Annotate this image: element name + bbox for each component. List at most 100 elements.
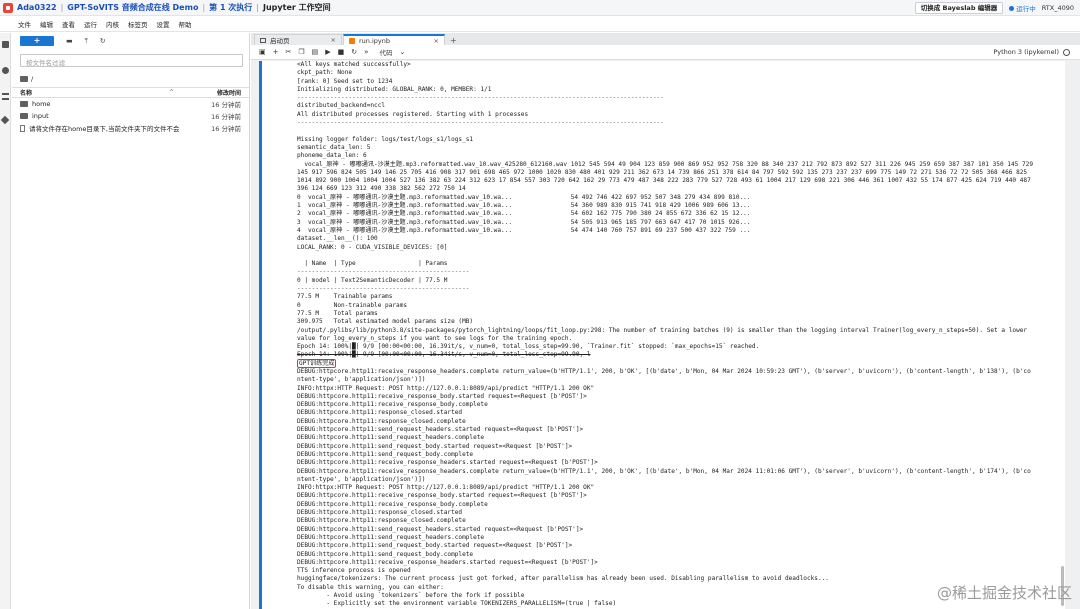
breadcrumb-workspace: Jupyter 工作空间 xyxy=(263,3,331,12)
status-dot-icon xyxy=(1009,6,1015,11)
column-name[interactable]: 名称 xyxy=(20,88,32,97)
log-line: INFO:httpx:HTTP Request: POST http://127… xyxy=(297,484,1061,492)
log-line: Initializing distributed: GLOBAL_RANK: 0… xyxy=(297,86,1061,94)
log-line: vocal_原神 - 嘟嘟通讯-沙漠主题.mp3.reformatted.wav… xyxy=(297,161,1061,169)
cell-output: <All keys matched successfully> ckpt_path… xyxy=(259,61,1065,609)
log-text: ckpt_path: None xyxy=(297,69,353,77)
breadcrumb-project[interactable]: GPT-SoVITS 音频合成在线 Demo xyxy=(67,2,198,13)
file-list-header: 名称 ^ 修改时间 xyxy=(12,87,249,98)
file-row-home[interactable]: home 16 分钟前 xyxy=(12,98,249,110)
breadcrumb-run[interactable]: 第 1 次执行 xyxy=(209,2,252,13)
new-folder-icon[interactable]: ▬ xyxy=(66,37,73,45)
tab-launcher[interactable]: 启动页 × xyxy=(254,34,342,45)
file-row-readme[interactable]: 请将文件存在home目录下,当前文件夹下的文件不会... 16 分钟前 xyxy=(12,122,249,134)
table-of-contents-icon[interactable] xyxy=(2,93,9,100)
log-line: DEBUG:httpcore.http11:receive_response_h… xyxy=(297,559,1061,567)
folder-icon[interactable] xyxy=(20,75,28,82)
run-icon[interactable]: ▶ xyxy=(325,48,330,56)
file-row-input[interactable]: input 16 分钟前 xyxy=(12,110,249,122)
refresh-icon[interactable]: ↻ xyxy=(100,37,106,45)
chevron-down-icon[interactable]: ⌄ xyxy=(399,48,405,56)
cell-type-select[interactable]: 代码 xyxy=(379,47,392,57)
output-log: <All keys matched successfully> ckpt_path… xyxy=(297,61,1061,609)
log-line: 396 124 669 123 312 490 338 382 562 272 … xyxy=(297,185,1061,193)
log-line: DEBUG:httpcore.http11:receive_response_h… xyxy=(297,459,1061,467)
log-text: DEBUG:httpcore.http11:send_request_heade… xyxy=(297,426,584,434)
tab-run-ipynb[interactable]: run.ipynb × xyxy=(343,34,445,45)
menu-edit[interactable]: 编辑 xyxy=(40,19,53,29)
training-complete-highlight: GPT训练完成 xyxy=(297,358,337,368)
current-path[interactable]: / xyxy=(31,75,33,83)
tab-label: run.ipynb xyxy=(359,36,391,45)
log-text: 3 vocal_原神 - 嘟嘟通讯-沙漠主题.mp3.reformatted.w… xyxy=(297,218,751,226)
menu-help[interactable]: 帮助 xyxy=(179,19,192,29)
log-line: phoneme_data_len: 6 xyxy=(297,152,1061,160)
log-text: TTS inference process is opened xyxy=(297,567,411,575)
menu-bar: 文件 编辑 查看 运行 内核 标签页 设置 帮助 xyxy=(0,17,1080,32)
kernel-indicator[interactable]: Python 3 (ipykernel) xyxy=(993,48,1070,56)
log-line: DEBUG:httpcore.http11:send_request_body.… xyxy=(297,451,1061,459)
log-line: INFO:httpx:HTTP Request: POST http://127… xyxy=(297,385,1061,393)
folder-icon xyxy=(20,101,28,107)
log-text: DEBUG:httpcore.http11:receive_response_h… xyxy=(297,459,598,467)
log-text: <All keys matched successfully> xyxy=(297,61,411,68)
menu-run[interactable]: 运行 xyxy=(84,19,97,29)
status-label: 运行中 xyxy=(1016,5,1036,13)
menu-tabs[interactable]: 标签页 xyxy=(128,19,148,29)
log-text: DEBUG:httpcore.http11:receive_response_h… xyxy=(297,467,1031,475)
log-line: distributed_backend=nccl xyxy=(297,102,1061,110)
file-browser-icon[interactable] xyxy=(2,41,9,48)
log-text: vocal_原神 - 嘟嘟通讯-沙漠主题.mp3.reformatted.wav… xyxy=(297,160,1033,168)
breadcrumb-user[interactable]: Ada0322 xyxy=(17,3,57,12)
cut-icon[interactable]: ✂ xyxy=(286,48,292,56)
save-icon[interactable]: ▣ xyxy=(259,48,266,56)
menu-view[interactable]: 查看 xyxy=(62,19,75,29)
menu-settings[interactable]: 设置 xyxy=(157,19,170,29)
active-cell-indicator[interactable] xyxy=(259,61,262,609)
log-line: DEBUG:httpcore.http11:send_request_body.… xyxy=(297,443,1061,451)
log-line: ntent-type', b'application/json')]) xyxy=(297,376,1061,384)
paste-icon[interactable]: ▤ xyxy=(312,48,319,56)
log-line: 3 vocal_原神 - 嘟嘟通讯-沙漠主题.mp3.reformatted.w… xyxy=(297,219,1061,227)
log-text: 309.975 Total estimated model params siz… xyxy=(297,318,474,326)
log-line: | Name | Type | Params xyxy=(297,260,1061,268)
log-line: DEBUG:httpcore.http11:receive_response_b… xyxy=(297,501,1061,509)
insert-cell-icon[interactable]: + xyxy=(273,48,279,56)
log-text: 2 vocal_原神 - 嘟嘟通讯-沙漠主题.mp3.reformatted.w… xyxy=(297,210,751,218)
fast-forward-icon[interactable]: » xyxy=(364,48,368,56)
new-launcher-button[interactable]: + xyxy=(20,36,54,46)
file-filter-input[interactable]: 按文件名过滤 xyxy=(20,54,243,67)
log-line: /output/.pylibs/lib/python3.8/site-packa… xyxy=(297,327,1061,335)
upload-icon[interactable]: ⤒ xyxy=(85,37,88,46)
menu-file[interactable]: 文件 xyxy=(18,19,31,29)
column-modified[interactable]: 修改时间 xyxy=(217,88,241,97)
running-kernels-icon[interactable] xyxy=(2,67,9,74)
log-line: TTS inference process is opened xyxy=(297,567,1061,575)
file-modified: 16 分钟前 xyxy=(211,125,241,133)
log-line: DEBUG:httpcore.http11:receive_response_h… xyxy=(297,368,1061,376)
extensions-icon[interactable] xyxy=(0,115,10,125)
log-text: ----------------------------------------… xyxy=(297,94,664,102)
log-text: DEBUG:httpcore.http11:response_closed.st… xyxy=(297,509,463,517)
log-line: <All keys matched successfully> xyxy=(297,61,1061,69)
log-line: ntent-type', b'application/json')]) xyxy=(297,476,1061,484)
log-text: dataset.__len__(): 100 xyxy=(297,235,378,243)
close-icon[interactable]: × xyxy=(331,36,336,44)
switch-editor-button[interactable]: 切换成 Bayeslab 编辑器 xyxy=(914,2,1004,14)
log-line: DEBUG:httpcore.http11:response_closed.co… xyxy=(297,418,1061,426)
menu-kernel[interactable]: 内核 xyxy=(106,19,119,29)
log-line: Epoch 14: 100%|█| 9/9 [00:00<00:00, 16.3… xyxy=(297,351,1061,359)
add-tab-icon[interactable]: + xyxy=(446,36,461,45)
log-line: DEBUG:httpcore.http11:send_request_heade… xyxy=(297,534,1061,542)
copy-icon[interactable]: ❐ xyxy=(298,48,304,56)
folder-icon xyxy=(20,113,28,119)
stop-icon[interactable]: ■ xyxy=(338,48,345,56)
restart-icon[interactable]: ↻ xyxy=(351,48,357,56)
log-text: All distributed processes registered. St… xyxy=(297,110,529,118)
close-icon[interactable]: × xyxy=(434,37,439,45)
log-line: DEBUG:httpcore.http11:send_request_heade… xyxy=(297,426,1061,434)
log-line: DEBUG:httpcore.http11:receive_response_b… xyxy=(297,492,1061,500)
log-line: 1014 892 900 1004 1004 1004 527 136 382 … xyxy=(297,177,1061,185)
log-text: DEBUG:httpcore.http11:response_closed.co… xyxy=(297,517,466,525)
log-line: All distributed processes registered. St… xyxy=(297,111,1061,119)
